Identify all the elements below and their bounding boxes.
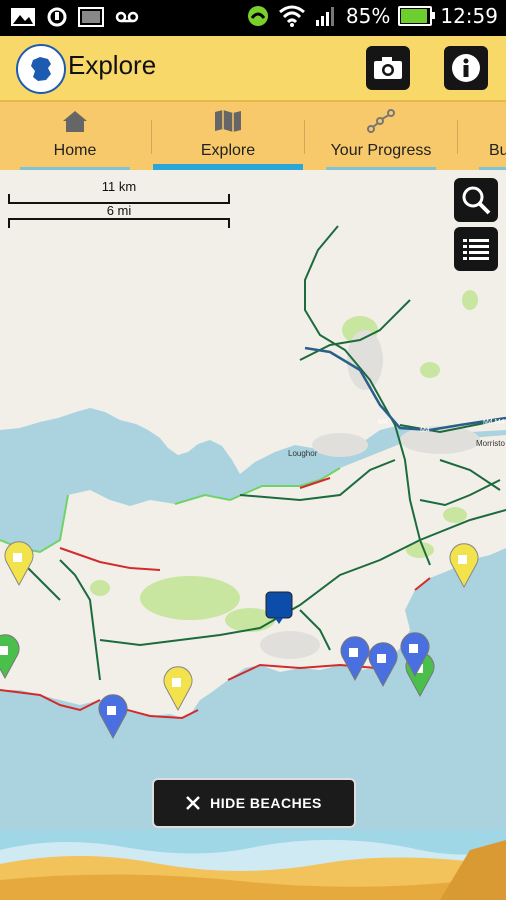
phone-mute-icon — [247, 6, 268, 26]
place-label: M4 M4 — [483, 419, 505, 426]
wales-logo-icon[interactable] — [16, 44, 66, 94]
map-icon — [215, 110, 241, 132]
tab-divider — [457, 120, 458, 154]
scale-mi-bar — [8, 218, 230, 228]
scale-km-label: 11 km — [101, 179, 137, 194]
scale-km: 11 km — [8, 179, 230, 204]
map[interactable]: Loughor M4 M4 M4 M4 Morristo 11 km 6 mi — [0, 170, 506, 830]
battery-percent: 85% — [345, 4, 391, 28]
tab-label: Your Progress — [330, 142, 432, 159]
wifi-icon — [278, 5, 305, 27]
tab-more[interactable]: Bu — [459, 102, 506, 170]
map-canvas[interactable]: Loughor M4 M4 M4 M4 Morristo — [0, 170, 506, 830]
tab-explore[interactable]: Explore — [153, 102, 303, 170]
scale-mi: 6 mi — [8, 203, 230, 228]
tab-label: Home — [53, 142, 97, 159]
camera-button[interactable] — [366, 46, 410, 90]
battery-icon — [398, 6, 436, 26]
progress-icon — [367, 109, 395, 133]
picture-icon — [11, 8, 35, 26]
tab-divider — [304, 120, 305, 154]
signal-icon — [315, 7, 334, 26]
sync-icon — [47, 7, 67, 27]
close-icon — [186, 796, 200, 810]
tab-divider — [151, 120, 152, 154]
status-bar: 85% 12:59 — [0, 0, 506, 36]
hide-beaches-label: HIDE BEACHES — [210, 795, 322, 811]
map-search-button[interactable] — [454, 178, 498, 222]
tab-bar: Home Explore Your Progress Bu — [0, 102, 506, 170]
battery-level — [401, 9, 427, 23]
hide-beaches-button[interactable]: HIDE BEACHES — [152, 778, 356, 828]
beach-illustration — [0, 830, 506, 900]
search-icon — [462, 186, 491, 215]
map-list-button[interactable] — [454, 227, 498, 271]
list-icon — [463, 239, 489, 260]
place-label: M4 — [378, 419, 388, 426]
place-label: Morristo — [476, 439, 505, 448]
page-title: Explore — [68, 50, 157, 80]
place-label: M4 — [420, 427, 430, 434]
scale-mi-label: 6 mi — [106, 203, 132, 218]
tab-home[interactable]: Home — [0, 102, 150, 170]
info-button[interactable] — [444, 46, 488, 90]
tab-label: Bu — [489, 142, 506, 159]
tab-your-progress[interactable]: Your Progress — [306, 102, 456, 170]
camera-icon — [374, 57, 402, 79]
voicemail-icon — [115, 11, 139, 23]
clock: 12:59 — [440, 4, 498, 28]
app-bar: Explore — [0, 36, 506, 102]
image-icon — [78, 7, 104, 27]
tab-label: Explore — [200, 142, 256, 159]
info-icon — [452, 54, 480, 82]
home-icon — [63, 111, 87, 132]
place-label: Loughor — [288, 449, 318, 458]
